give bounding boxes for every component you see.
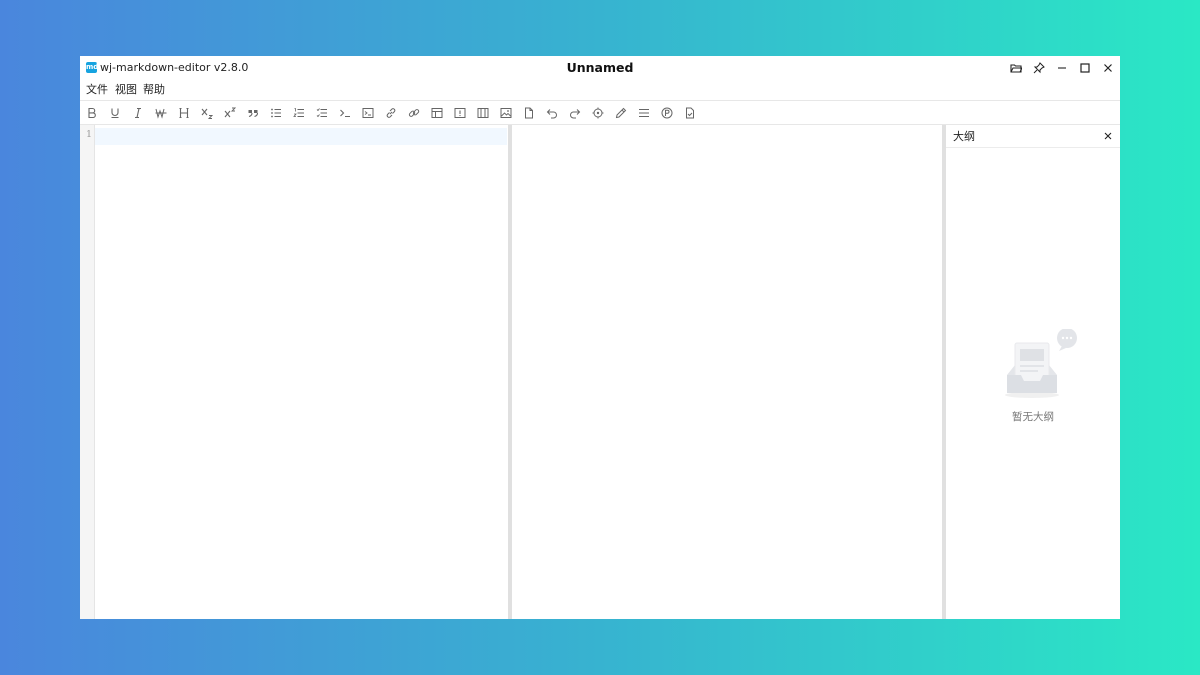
undo-icon (546, 109, 557, 119)
minimize-icon (1058, 67, 1066, 69)
task-list-icon (316, 108, 327, 118)
superscript-icon (224, 107, 236, 118)
code-block-icon (362, 108, 374, 118)
inline-code-button[interactable] (336, 104, 354, 122)
empty-outline-text: 暂无大纲 (1012, 411, 1054, 423)
locate-icon (592, 107, 604, 119)
app-window: md wj-markdown-editor v2.8.0 Unnamed 文件 … (80, 56, 1120, 619)
empty-outline-illustration (1005, 329, 1077, 398)
link-alt-button[interactable] (405, 104, 423, 122)
open-folder-icon (1010, 64, 1022, 73)
pen-button[interactable] (612, 104, 630, 122)
file-button[interactable] (520, 104, 538, 122)
menu-bar: 文件 视图 帮助 (80, 80, 1120, 100)
code-block-button[interactable] (359, 104, 377, 122)
preview-pane (512, 125, 942, 619)
close-icon (1104, 132, 1112, 140)
file-icon (525, 107, 533, 119)
pin-icon (1033, 62, 1045, 74)
editor-textarea[interactable] (95, 125, 507, 619)
doc-check-button[interactable] (681, 104, 699, 122)
outline-panel: 大纲 暂无大纲 (946, 125, 1120, 619)
pin-button[interactable] (1030, 59, 1048, 77)
table-button[interactable] (428, 104, 446, 122)
locate-button[interactable] (589, 104, 607, 122)
alert-button[interactable] (451, 104, 469, 122)
ordered-list-icon (293, 108, 304, 117)
bold-icon (88, 107, 96, 119)
redo-icon (570, 109, 581, 119)
minimize-button[interactable] (1053, 59, 1071, 77)
underline-button[interactable] (106, 104, 124, 122)
link-icon (386, 108, 396, 118)
line-number: 1 (85, 129, 92, 140)
menu-file[interactable]: 文件 (86, 83, 108, 97)
document-title: Unnamed (566, 60, 634, 75)
undo-button[interactable] (543, 104, 561, 122)
subscript-button[interactable] (198, 104, 216, 122)
task-list-button[interactable] (313, 104, 331, 122)
doc-check-icon (686, 107, 694, 119)
link-alt-icon (408, 109, 420, 117)
ordered-list-button[interactable] (290, 104, 308, 122)
quote-icon (248, 110, 259, 118)
menu-help[interactable]: 帮助 (143, 83, 165, 97)
container-icon (477, 108, 489, 118)
main-panes: 1 大纲 暂无大纲 (80, 125, 1120, 619)
bullet-list-button[interactable] (267, 104, 285, 122)
link-button[interactable] (382, 104, 400, 122)
menu-lines-icon (639, 108, 649, 118)
close-icon (1104, 64, 1112, 72)
superscript-button[interactable] (221, 104, 239, 122)
line-number-gutter: 1 (80, 125, 95, 619)
strikethrough-icon (155, 108, 167, 119)
outline-close-button[interactable] (1100, 128, 1116, 144)
redo-button[interactable] (566, 104, 584, 122)
maximize-button[interactable] (1076, 59, 1094, 77)
title-bar[interactable]: md wj-markdown-editor v2.8.0 Unnamed (80, 56, 1120, 80)
container-button[interactable] (474, 104, 492, 122)
image-icon (500, 108, 512, 118)
subscript-icon (201, 108, 213, 119)
outline-header: 大纲 (946, 125, 1120, 148)
alert-icon (454, 108, 466, 118)
menu-lines-button[interactable] (635, 104, 653, 122)
bullet-list-icon (271, 108, 281, 118)
outline-title: 大纲 (953, 130, 975, 143)
circle-p-button[interactable] (658, 104, 676, 122)
underline-icon (111, 108, 119, 119)
pen-icon (615, 107, 627, 119)
strikethrough-button[interactable] (152, 104, 170, 122)
bold-button[interactable] (83, 104, 101, 122)
image-button[interactable] (497, 104, 515, 122)
menu-view[interactable]: 视图 (115, 83, 137, 97)
italic-icon (135, 107, 141, 119)
maximize-icon (1080, 63, 1090, 73)
inline-code-icon (340, 109, 350, 118)
table-icon (431, 108, 443, 118)
close-window-button[interactable] (1099, 59, 1117, 77)
italic-button[interactable] (129, 104, 147, 122)
toolbar (80, 101, 1120, 124)
open-folder-button[interactable] (1007, 59, 1025, 77)
heading-icon (179, 107, 189, 119)
circle-p-icon (661, 107, 673, 119)
heading-button[interactable] (175, 104, 193, 122)
quote-button[interactable] (244, 104, 262, 122)
